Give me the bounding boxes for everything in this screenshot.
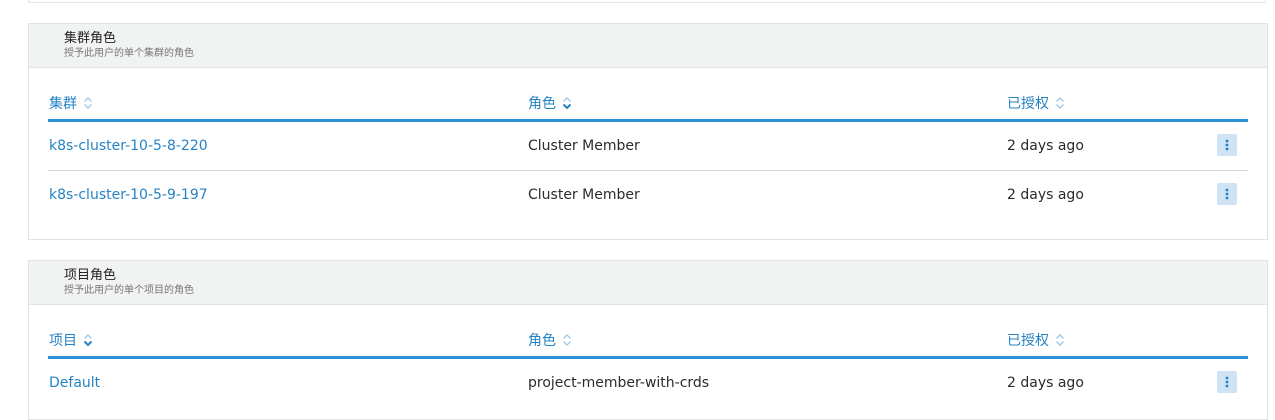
cluster-link[interactable]: k8s-cluster-10-5-8-220 bbox=[49, 137, 208, 155]
role-cell: Cluster Member bbox=[528, 138, 640, 154]
cluster-roles-subtitle: 授予此用户的单个集群的角色 bbox=[64, 48, 194, 59]
row-actions-button[interactable] bbox=[1217, 134, 1237, 156]
project-roles-title: 项目角色 bbox=[64, 268, 117, 283]
cluster-roles-title: 集群角色 bbox=[64, 31, 117, 46]
sort-unsorted-icon bbox=[83, 96, 93, 110]
table-header: 集群 角色 已授权 bbox=[48, 90, 1248, 122]
kebab-menu-icon bbox=[1225, 376, 1229, 388]
project-roles-panel: 项目角色 授予此用户的单个项目的角色 项目 角色 已授权 Default pro… bbox=[28, 260, 1268, 420]
column-header-label: 已授权 bbox=[1007, 96, 1049, 112]
granted-cell: 2 days ago bbox=[1007, 138, 1084, 154]
previous-panel-edge bbox=[28, 0, 1266, 3]
granted-cell: 2 days ago bbox=[1007, 187, 1084, 203]
column-header-role[interactable]: 角色 bbox=[528, 330, 572, 350]
column-header-cluster[interactable]: 集群 bbox=[49, 93, 93, 113]
project-roles-subtitle: 授予此用户的单个项目的角色 bbox=[64, 285, 194, 296]
column-header-label: 已授权 bbox=[1007, 333, 1049, 349]
project-link[interactable]: Default bbox=[49, 374, 100, 392]
project-roles-table: 项目 角色 已授权 Default project-member-with-cr… bbox=[48, 327, 1248, 407]
project-roles-header: 项目角色 授予此用户的单个项目的角色 bbox=[29, 261, 1267, 305]
sort-unsorted-icon bbox=[1055, 333, 1065, 347]
sort-unsorted-icon bbox=[1055, 96, 1065, 110]
cluster-roles-panel: 集群角色 授予此用户的单个集群的角色 集群 角色 已授权 k8s-cluster… bbox=[28, 23, 1268, 240]
column-header-project[interactable]: 项目 bbox=[49, 330, 93, 350]
column-header-label: 角色 bbox=[528, 96, 556, 112]
role-cell: project-member-with-crds bbox=[528, 375, 710, 391]
table-row: k8s-cluster-10-5-9-197 Cluster Member 2 … bbox=[48, 171, 1248, 219]
column-header-granted[interactable]: 已授权 bbox=[1007, 330, 1065, 350]
column-header-role[interactable]: 角色 bbox=[528, 93, 572, 113]
cluster-link[interactable]: k8s-cluster-10-5-9-197 bbox=[49, 186, 208, 204]
table-row: Default project-member-with-crds 2 days … bbox=[48, 359, 1248, 407]
kebab-menu-icon bbox=[1225, 188, 1229, 200]
table-header: 项目 角色 已授权 bbox=[48, 327, 1248, 359]
row-actions-button[interactable] bbox=[1217, 183, 1237, 205]
cluster-roles-table: 集群 角色 已授权 k8s-cluster-10-5-8-220 Cluster… bbox=[48, 90, 1248, 219]
cluster-roles-header: 集群角色 授予此用户的单个集群的角色 bbox=[29, 24, 1267, 68]
sort-unsorted-icon bbox=[562, 333, 572, 347]
table-row: k8s-cluster-10-5-8-220 Cluster Member 2 … bbox=[48, 122, 1248, 171]
column-header-label: 集群 bbox=[49, 96, 77, 112]
role-cell: Cluster Member bbox=[528, 187, 640, 203]
sort-descending-icon bbox=[83, 333, 93, 347]
sort-descending-icon bbox=[562, 96, 572, 110]
kebab-menu-icon bbox=[1225, 139, 1229, 151]
granted-cell: 2 days ago bbox=[1007, 375, 1084, 391]
column-header-label: 项目 bbox=[49, 333, 77, 349]
row-actions-button[interactable] bbox=[1217, 371, 1237, 393]
column-header-granted[interactable]: 已授权 bbox=[1007, 93, 1065, 113]
column-header-label: 角色 bbox=[528, 333, 556, 349]
